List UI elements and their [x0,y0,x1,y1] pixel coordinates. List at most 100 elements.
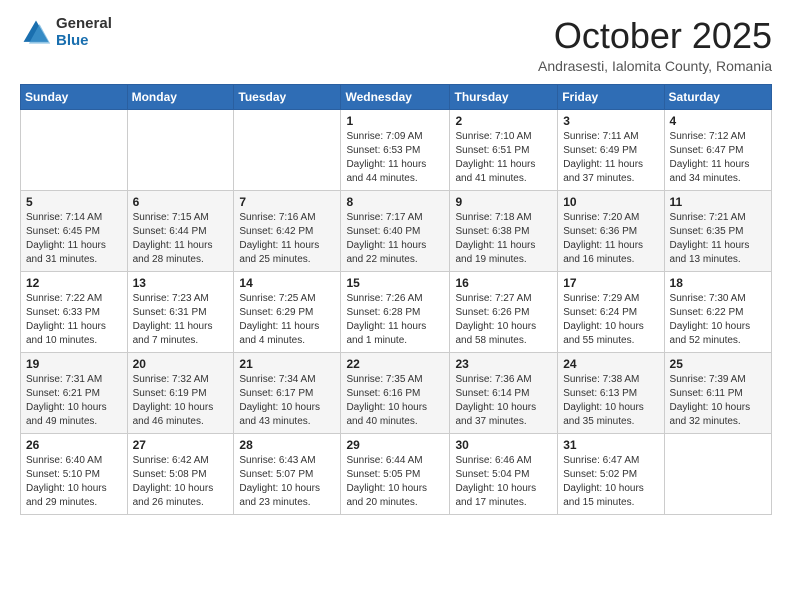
day-number: 10 [563,195,658,209]
logo-text: General Blue [56,16,112,49]
header: General Blue October 2025 Andrasesti, Ia… [20,16,772,74]
calendar-cell: 2Sunrise: 7:10 AM Sunset: 6:51 PM Daylig… [450,109,558,190]
calendar-cell: 29 Sunrise: 6:44 AM Sunset: 5:05 PM Dayli… [341,433,450,514]
calendar-cell: 3Sunrise: 7:11 AM Sunset: 6:49 PM Daylig… [558,109,664,190]
day-number: 16 [455,276,552,290]
day-number: 29 [346,438,444,452]
day-number: 1 [346,114,444,128]
calendar-cell: 1 Sunrise: 7:09 AM Sunset: 6:53 PM Daylig… [341,109,450,190]
subtitle: Andrasesti, Ialomita County, Romania [538,58,772,74]
calendar-cell: 24 Sunrise: 7:38 AM Sunset: 6:13 PM Dayli… [558,352,664,433]
logo-icon [20,17,52,49]
day-number: 11 [670,195,766,209]
day-info: Sunrise: 6:40 AM Sunset: 5:10 PM Dayligh… [26,454,122,510]
calendar-week-row: 5Sunrise: 7:14 AM Sunset: 6:45 PM Daylig… [21,190,772,271]
day-info: Sunrise: 7:09 AM Sunset: 6:53 PM Dayligh… [346,130,444,186]
day-number: 23 [455,357,552,371]
calendar-cell [234,109,341,190]
day-info: Sunrise: 6:46 AM Sunset: 5:04 PM Dayligh… [455,454,552,510]
day-info: Sunrise: 7:29 AM Sunset: 6:24 PM Dayligh… [563,292,658,348]
day-info: Sunrise: 7:20 AM Sunset: 6:36 PM Dayligh… [563,211,658,267]
day-number: 6 [133,195,229,209]
title-block: October 2025 Andrasesti, Ialomita County… [538,16,772,74]
header-saturday: Saturday [664,84,771,109]
day-number: 21 [239,357,335,371]
day-info: Sunrise: 7:25 AM Sunset: 6:29 PM Dayligh… [239,292,335,348]
day-number: 13 [133,276,229,290]
day-info: Sunrise: 7:31 AM Sunset: 6:21 PM Dayligh… [26,373,122,429]
calendar-cell: 13 Sunrise: 7:23 AM Sunset: 6:31 PM Dayli… [127,271,234,352]
day-info: Sunrise: 7:15 AM Sunset: 6:44 PM Dayligh… [133,211,229,267]
calendar-cell: 6 Sunrise: 7:15 AM Sunset: 6:44 PM Daylig… [127,190,234,271]
day-info: Sunrise: 7:16 AM Sunset: 6:42 PM Dayligh… [239,211,335,267]
calendar-cell: 8 Sunrise: 7:17 AM Sunset: 6:40 PM Daylig… [341,190,450,271]
day-number: 15 [346,276,444,290]
calendar-week-row: 26 Sunrise: 6:40 AM Sunset: 5:10 PM Dayli… [21,433,772,514]
calendar-cell: 27 Sunrise: 6:42 AM Sunset: 5:08 PM Dayli… [127,433,234,514]
day-number: 25 [670,357,766,371]
calendar-cell [21,109,128,190]
day-number: 4 [670,114,766,128]
calendar-cell: 10 Sunrise: 7:20 AM Sunset: 6:36 PM Dayli… [558,190,664,271]
day-info: Sunrise: 7:30 AM Sunset: 6:22 PM Dayligh… [670,292,766,348]
weekday-header-row: Sunday Monday Tuesday Wednesday Thursday… [21,84,772,109]
calendar-cell: 9 Sunrise: 7:18 AM Sunset: 6:38 PM Daylig… [450,190,558,271]
day-number: 22 [346,357,444,371]
calendar-cell: 15 Sunrise: 7:26 AM Sunset: 6:28 PM Dayli… [341,271,450,352]
calendar-cell: 20 Sunrise: 7:32 AM Sunset: 6:19 PM Dayli… [127,352,234,433]
day-info: Sunrise: 7:39 AM Sunset: 6:11 PM Dayligh… [670,373,766,429]
day-number: 27 [133,438,229,452]
calendar-week-row: 1 Sunrise: 7:09 AM Sunset: 6:53 PM Daylig… [21,109,772,190]
calendar-cell: 11 Sunrise: 7:21 AM Sunset: 6:35 PM Dayli… [664,190,771,271]
day-number: 24 [563,357,658,371]
day-info: Sunrise: 7:36 AM Sunset: 6:14 PM Dayligh… [455,373,552,429]
calendar-week-row: 19 Sunrise: 7:31 AM Sunset: 6:21 PM Dayli… [21,352,772,433]
day-info: Sunrise: 6:42 AM Sunset: 5:08 PM Dayligh… [133,454,229,510]
calendar-cell: 26 Sunrise: 6:40 AM Sunset: 5:10 PM Dayli… [21,433,128,514]
day-number: 30 [455,438,552,452]
day-number: 5 [26,195,122,209]
day-info: Sunrise: 7:22 AM Sunset: 6:33 PM Dayligh… [26,292,122,348]
month-title: October 2025 [538,16,772,56]
day-info: Sunrise: 7:23 AM Sunset: 6:31 PM Dayligh… [133,292,229,348]
day-info: Sunrise: 7:18 AM Sunset: 6:38 PM Dayligh… [455,211,552,267]
day-info: Sunrise: 7:38 AM Sunset: 6:13 PM Dayligh… [563,373,658,429]
logo-general-text: General [56,16,112,33]
header-friday: Friday [558,84,664,109]
day-number: 26 [26,438,122,452]
calendar-cell: 19 Sunrise: 7:31 AM Sunset: 6:21 PM Dayli… [21,352,128,433]
day-number: 8 [346,195,444,209]
calendar-cell: 14Sunrise: 7:25 AM Sunset: 6:29 PM Dayli… [234,271,341,352]
calendar-cell: 4Sunrise: 7:12 AM Sunset: 6:47 PM Daylig… [664,109,771,190]
calendar-cell: 21Sunrise: 7:34 AM Sunset: 6:17 PM Dayli… [234,352,341,433]
day-info: Sunrise: 7:26 AM Sunset: 6:28 PM Dayligh… [346,292,444,348]
day-info: Sunrise: 6:44 AM Sunset: 5:05 PM Dayligh… [346,454,444,510]
day-number: 17 [563,276,658,290]
calendar-cell: 16 Sunrise: 7:27 AM Sunset: 6:26 PM Dayli… [450,271,558,352]
page: General Blue October 2025 Andrasesti, Ia… [0,0,792,612]
day-number: 12 [26,276,122,290]
day-info: Sunrise: 7:17 AM Sunset: 6:40 PM Dayligh… [346,211,444,267]
day-number: 19 [26,357,122,371]
calendar-cell: 25 Sunrise: 7:39 AM Sunset: 6:11 PM Dayli… [664,352,771,433]
day-info: Sunrise: 7:27 AM Sunset: 6:26 PM Dayligh… [455,292,552,348]
day-info: Sunrise: 7:21 AM Sunset: 6:35 PM Dayligh… [670,211,766,267]
day-number: 20 [133,357,229,371]
calendar-cell: 18Sunrise: 7:30 AM Sunset: 6:22 PM Dayli… [664,271,771,352]
header-tuesday: Tuesday [234,84,341,109]
logo-blue-text: Blue [56,33,112,50]
day-info: Sunrise: 7:32 AM Sunset: 6:19 PM Dayligh… [133,373,229,429]
day-info: Sunrise: 7:10 AM Sunset: 6:51 PM Dayligh… [455,130,552,186]
calendar-cell: 28Sunrise: 6:43 AM Sunset: 5:07 PM Dayli… [234,433,341,514]
calendar-cell: 30 Sunrise: 6:46 AM Sunset: 5:04 PM Dayli… [450,433,558,514]
day-number: 9 [455,195,552,209]
calendar-cell: 22 Sunrise: 7:35 AM Sunset: 6:16 PM Dayli… [341,352,450,433]
header-sunday: Sunday [21,84,128,109]
calendar-table: Sunday Monday Tuesday Wednesday Thursday… [20,84,772,515]
day-info: Sunrise: 7:35 AM Sunset: 6:16 PM Dayligh… [346,373,444,429]
logo: General Blue [20,16,112,49]
calendar-cell: 31Sunrise: 6:47 AM Sunset: 5:02 PM Dayli… [558,433,664,514]
day-number: 28 [239,438,335,452]
calendar-week-row: 12 Sunrise: 7:22 AM Sunset: 6:33 PM Dayli… [21,271,772,352]
day-number: 31 [563,438,658,452]
